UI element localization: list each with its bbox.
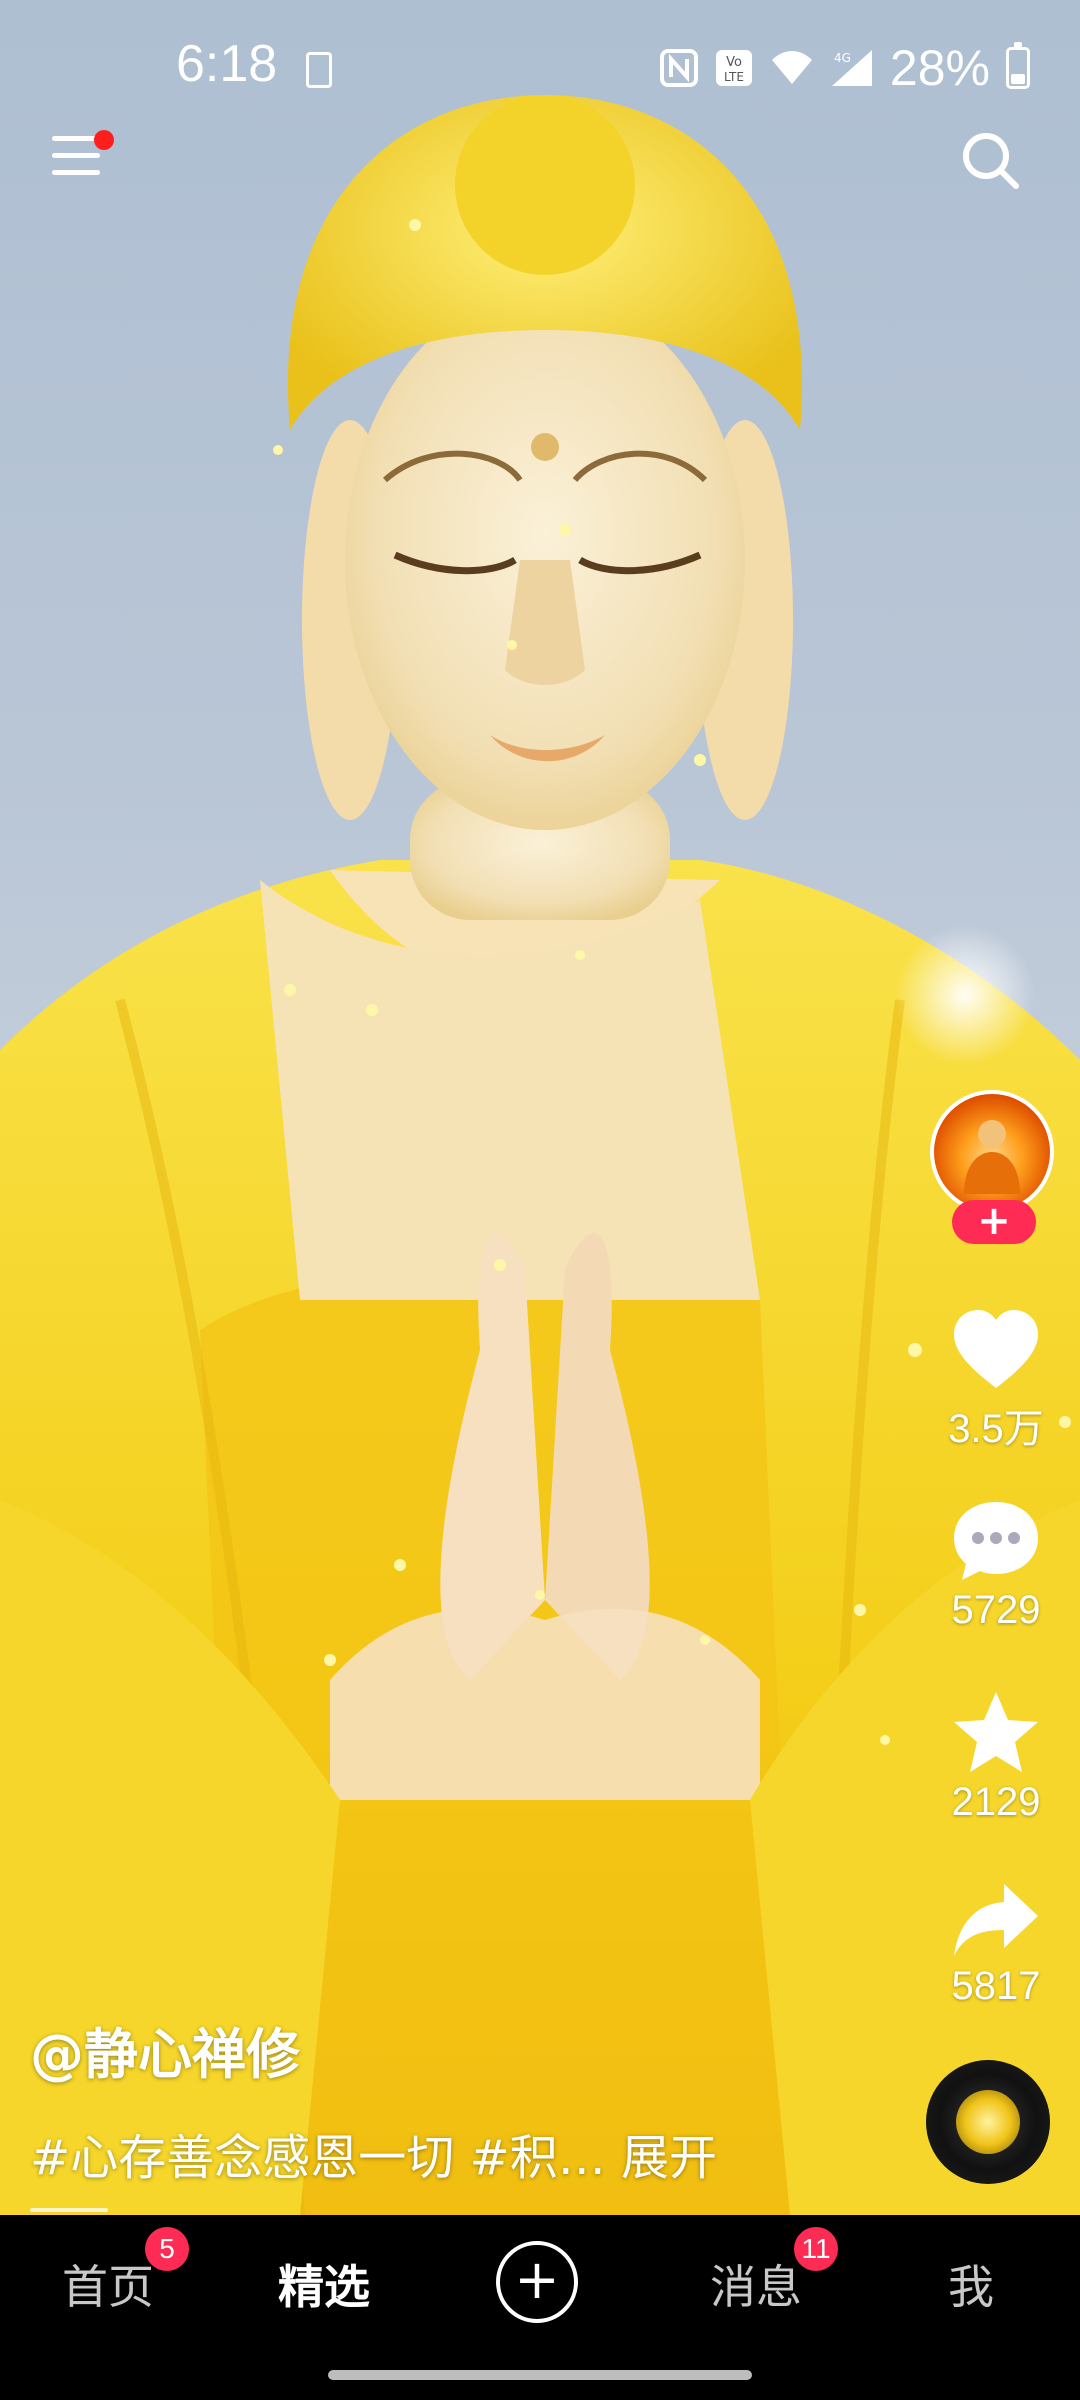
svg-text:Vo: Vo <box>726 55 742 70</box>
share-button[interactable]: 5817 <box>928 1880 1064 2009</box>
wifi-icon <box>771 51 812 84</box>
comment-button[interactable]: 5729 <box>928 1498 1064 1633</box>
author-name[interactable]: @静心禅修 <box>30 2010 300 2089</box>
search-icon[interactable] <box>958 128 1022 192</box>
like-button[interactable]: 3.5万 <box>928 1308 1064 1454</box>
video-description[interactable]: #心存善念感恩一切 #积… 展开 <box>30 2118 717 2188</box>
svg-text:4G: 4G <box>834 51 851 65</box>
clock: 6:18 <box>176 35 278 93</box>
notification-dot <box>94 130 114 150</box>
buddha-avatar-image <box>964 1120 1020 1194</box>
download-icon <box>306 52 332 88</box>
4g-signal-icon: 4G <box>831 50 872 86</box>
share-count: 5817 <box>951 1964 1041 2008</box>
expand-button[interactable]: 展开 <box>621 2130 717 2186</box>
tab-messages[interactable]: 消息 <box>710 2251 802 2317</box>
lotus-icon <box>956 2090 1020 2154</box>
tab-featured[interactable]: 精选 <box>278 2251 370 2317</box>
tab-me[interactable]: 我 <box>948 2251 994 2317</box>
music-disc-button[interactable] <box>926 2060 1050 2184</box>
author-avatar[interactable] <box>930 1090 1054 1214</box>
tab-home[interactable]: 首页 <box>62 2251 154 2317</box>
star-icon <box>954 1692 1038 1772</box>
status-bar: 6:18 Vo LTE 4G 28% <box>0 0 1080 140</box>
svg-text:LTE: LTE <box>724 70 744 84</box>
favorite-count: 2129 <box>951 1780 1041 1824</box>
favorite-button[interactable]: 2129 <box>928 1688 1064 1825</box>
tab-featured-label: 精选 <box>278 2260 370 2314</box>
buddha-statue-image <box>0 95 1080 2215</box>
comment-icon <box>954 1502 1038 1580</box>
volte-icon: VoLTE <box>715 50 752 86</box>
video-progress-bar[interactable] <box>30 2208 108 2212</box>
battery-icon <box>1006 42 1030 89</box>
home-indicator[interactable] <box>328 2370 752 2380</box>
comment-count: 5729 <box>951 1588 1041 1632</box>
tab-home-label: 首页 <box>62 2260 154 2314</box>
follow-button[interactable]: + <box>952 1200 1036 1244</box>
menu-button[interactable] <box>52 130 114 192</box>
bottom-navigation: 首页 5 精选 + 消息 11 我 <box>0 2215 1080 2350</box>
messages-badge: 11 <box>794 2227 838 2271</box>
description-text: #心存善念感恩一切 #积… <box>30 2130 606 2186</box>
create-video-button[interactable]: + <box>496 2241 578 2323</box>
video-feed-screen: 6:18 Vo LTE 4G 28% + 3.5万 5729 2129 5817… <box>0 0 1080 2400</box>
battery-fill <box>1011 73 1025 84</box>
home-badge: 5 <box>145 2227 189 2271</box>
battery-percent: 28% <box>889 40 990 96</box>
like-count: 3.5万 <box>948 1407 1044 1451</box>
share-arrow-icon <box>954 1884 1038 1956</box>
nfc-icon <box>659 49 698 87</box>
heart-icon <box>954 1310 1038 1388</box>
tab-me-label: 我 <box>948 2260 994 2314</box>
menu-icon <box>52 136 100 141</box>
video-player[interactable] <box>0 0 1080 2215</box>
tab-messages-label: 消息 <box>710 2260 802 2314</box>
